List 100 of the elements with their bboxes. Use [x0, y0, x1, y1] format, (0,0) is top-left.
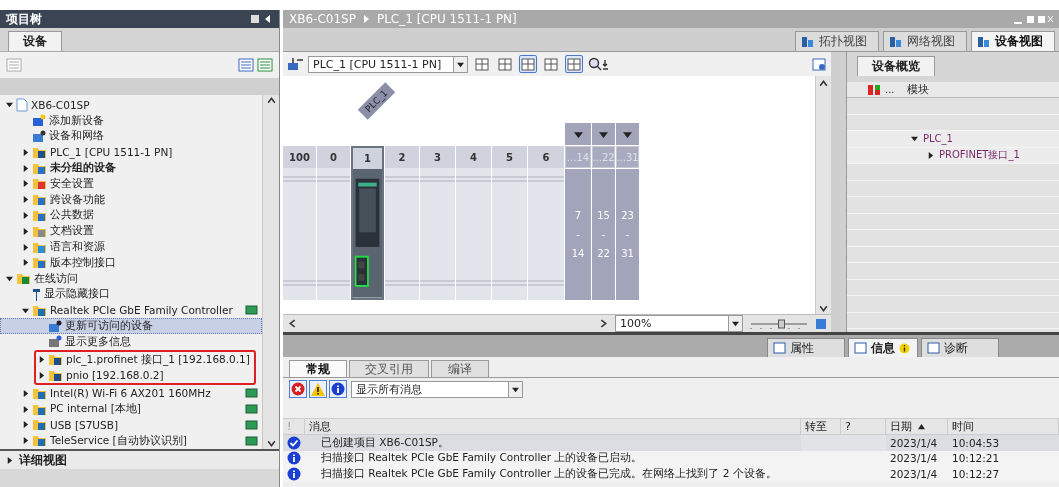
sub-tab[interactable]: 交叉引用 — [349, 360, 429, 377]
toolbar-button[interactable] — [565, 55, 583, 73]
caret-icon[interactable] — [573, 129, 583, 139]
tree-item[interactable]: 公共数据 — [0, 207, 262, 224]
tree-item[interactable]: 添加新设备 — [0, 112, 262, 129]
scrollbar[interactable] — [815, 76, 831, 314]
toolbar-button[interactable] — [542, 55, 560, 73]
expander-icon[interactable] — [22, 227, 29, 235]
filter-button[interactable] — [309, 380, 327, 398]
tree-item[interactable]: 在线访问 — [0, 270, 262, 287]
view-tab[interactable]: 网络视图 — [883, 31, 967, 51]
tree-item[interactable]: Realtek PCIe GbE Family Controller — [0, 302, 262, 319]
caret-icon[interactable] — [599, 129, 608, 139]
tree-item[interactable]: PLC_1 [CPU 1511-1 PN] — [0, 144, 262, 161]
expander-icon[interactable] — [22, 196, 29, 204]
expander-icon[interactable] — [22, 421, 29, 429]
tree-item[interactable]: USB [S7USB] — [0, 416, 262, 433]
zoom-select[interactable]: 100% — [615, 315, 743, 332]
rack-slot[interactable]: 0 — [317, 146, 350, 300]
collapse-panel-icon[interactable] — [251, 14, 273, 24]
sub-tab[interactable]: 编译 — [431, 360, 489, 377]
filter-button[interactable] — [329, 380, 347, 398]
rack-slot[interactable]: 4 — [456, 146, 491, 300]
expander-icon[interactable] — [22, 389, 29, 397]
tree-item[interactable]: 设备和网络 — [0, 128, 262, 145]
expander-icon[interactable] — [22, 164, 29, 172]
toolbar-button[interactable] — [519, 55, 537, 73]
scroll-left-icon[interactable] — [287, 318, 298, 329]
inspector-tab[interactable]: 属性 — [767, 338, 845, 357]
zoom-slider[interactable] — [749, 318, 809, 329]
expander-icon[interactable] — [22, 259, 29, 267]
column-header[interactable]: ? — [841, 419, 886, 434]
expander-icon[interactable] — [22, 243, 29, 251]
network-device-icon[interactable] — [287, 57, 303, 71]
tree-item[interactable]: 版本控制接口 — [0, 254, 262, 271]
column-header[interactable]: 消息 — [305, 419, 801, 434]
filter-button[interactable] — [289, 380, 307, 398]
expander-icon[interactable] — [22, 180, 29, 188]
expander-icon[interactable] — [22, 211, 29, 219]
expander-icon[interactable] — [22, 148, 29, 156]
tree-item[interactable]: pnio [192.168.0.2] — [36, 367, 254, 384]
tree-item[interactable]: 更新可访问的设备 — [0, 318, 262, 334]
toolbar-button[interactable] — [473, 55, 491, 73]
column-header[interactable]: 时间 — [948, 419, 1059, 434]
dropdown-arrow-icon[interactable] — [732, 320, 739, 327]
tree-item[interactable]: 跨设备功能 — [0, 191, 262, 208]
inspector-tab[interactable]: 信息 — [848, 338, 918, 357]
message-row[interactable]: 已创建项目 XB6-C01SP。 2023/1/4 10:04:53 — [283, 435, 1059, 451]
tree-item[interactable]: 未分组的设备 — [0, 160, 262, 176]
expander-icon[interactable] — [38, 356, 45, 364]
expander-icon[interactable] — [22, 437, 29, 445]
rack-slot[interactable]: 1 — [351, 146, 384, 300]
tree-item[interactable]: 显示隐藏接口 — [0, 286, 262, 303]
message-filter-select[interactable]: 显示所有消息 — [351, 380, 523, 398]
message-row[interactable]: 扫描接口 Realtek PCIe GbE Family Controller 上的设备已完成。在网络上找到了 2 个设备。 2023/1/4 10:12:27 — [283, 466, 1059, 482]
inspector-tab[interactable]: 诊断 — [921, 338, 999, 357]
scroll-right-icon[interactable] — [598, 318, 609, 329]
expander-icon[interactable] — [22, 306, 29, 314]
expand-group-button[interactable] — [616, 123, 639, 145]
view-tab[interactable]: 拓扑视图 — [795, 31, 879, 51]
expand-group-button[interactable] — [592, 123, 615, 145]
expander-icon[interactable] — [6, 101, 13, 109]
tree-item[interactable]: 安全设置 — [0, 176, 262, 192]
sort-arrow-icon[interactable] — [918, 423, 925, 430]
rack-slot[interactable]: 100 — [283, 146, 316, 300]
device-select[interactable]: PLC_1 [CPU 1511-1 PN] — [308, 55, 468, 73]
expander-icon[interactable] — [22, 405, 29, 413]
scroll-down-icon[interactable] — [818, 303, 829, 314]
caret-icon[interactable] — [623, 129, 632, 139]
rack-slot[interactable]: 2 — [385, 146, 419, 300]
expander-icon[interactable] — [927, 151, 934, 159]
scroll-up-icon[interactable] — [265, 95, 277, 106]
tree-item[interactable]: 语言和资源 — [0, 239, 262, 255]
tree-item[interactable]: plc_1.profinet 接口_1 [192.168.0.1] — [36, 351, 254, 368]
details-toggle-icon[interactable] — [6, 456, 13, 464]
panel-settings-icon[interactable] — [812, 57, 827, 71]
expander-icon[interactable] — [38, 371, 45, 379]
details-view-header[interactable]: 详细视图 — [0, 451, 279, 469]
view-tab[interactable]: 设备视图 — [971, 31, 1055, 51]
scrollbar[interactable] — [262, 95, 279, 449]
tree-item[interactable]: 显示更多信息 — [0, 333, 262, 350]
expand-group-button[interactable] — [565, 123, 591, 145]
rack-slot[interactable]: 5 — [492, 146, 527, 300]
tree-item[interactable]: XB6-C01SP — [0, 97, 262, 113]
dropdown-arrow-icon[interactable] — [457, 60, 464, 68]
tree-item[interactable]: 文档设置 — [0, 223, 262, 240]
tree-item[interactable]: PC internal [本地] — [0, 401, 262, 417]
scroll-up-icon[interactable] — [818, 78, 829, 89]
rack-slot[interactable]: 6 — [528, 146, 564, 300]
overview-tab[interactable]: 设备概览 — [857, 56, 935, 76]
tree-item[interactable]: Intel(R) Wi-Fi 6 AX201 160MHz — [0, 385, 262, 402]
zoom-slider-thumb[interactable] — [778, 319, 785, 328]
overview-toggle-icon[interactable] — [815, 317, 827, 330]
tree-item[interactable]: TeleService [自动协议识别] — [0, 432, 262, 449]
rack-slot[interactable]: 3 — [420, 146, 455, 300]
expander-icon[interactable] — [911, 135, 918, 143]
expander-icon[interactable] — [6, 275, 13, 283]
dropdown-arrow-icon[interactable] — [512, 385, 519, 393]
sub-tab[interactable]: 常规 — [289, 360, 347, 377]
column-header[interactable]: 日期 — [886, 419, 948, 434]
